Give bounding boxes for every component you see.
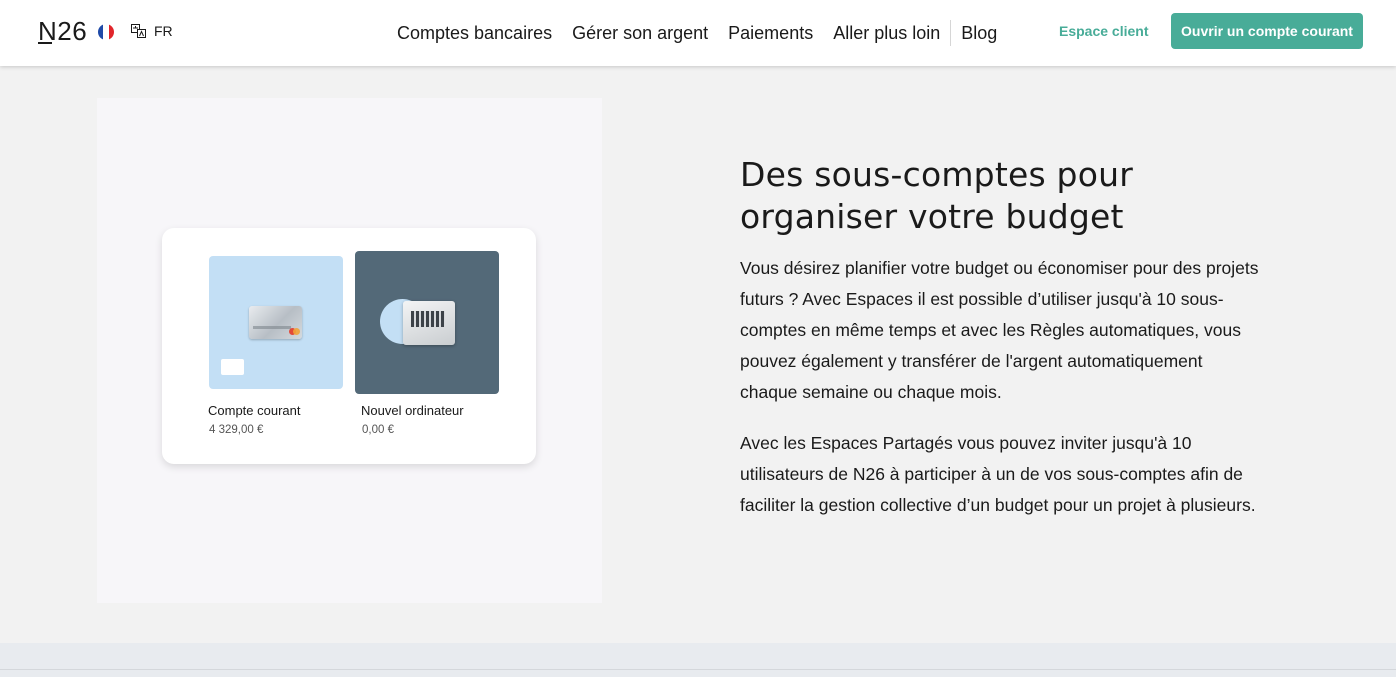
open-account-button[interactable]: Ouvrir un compte courant	[1171, 13, 1363, 49]
site-header: N26 FR Comptes bancaires Gérer son argen…	[0, 0, 1396, 66]
section-divider	[0, 669, 1396, 670]
espace-client-link[interactable]: Espace client	[1059, 23, 1149, 39]
translate-icon[interactable]	[131, 24, 146, 38]
nav-gerer-son-argent[interactable]: Gérer son argent	[572, 22, 708, 44]
savings-space-tile	[355, 251, 499, 394]
section-heading: Des sous-comptes pour organiser votre bu…	[740, 155, 1133, 236]
nav-paiements[interactable]: Paiements	[728, 22, 813, 44]
nav-blog[interactable]: Blog	[961, 22, 997, 44]
section-paragraph-2: Avec les Espaces Partagés vous pouvez in…	[740, 433, 1256, 515]
france-flag-icon[interactable]	[98, 24, 114, 40]
space-name: Nouvel ordinateur	[361, 403, 464, 418]
language-selector[interactable]: FR	[154, 23, 173, 39]
account-name: Compte courant	[208, 403, 301, 418]
logo-underline	[38, 42, 52, 44]
main-nav: Comptes bancaires Gérer son argent Paiem…	[397, 20, 1017, 46]
nav-divider	[950, 20, 952, 46]
laptop-icon	[403, 301, 455, 345]
spaces-illustration: Compte courant 4 329,00 € Nouvel ordinat…	[97, 98, 602, 603]
space-balance: 0,00 €	[362, 424, 394, 436]
main-account-tile	[209, 256, 343, 389]
spaces-card: Compte courant 4 329,00 € Nouvel ordinat…	[162, 228, 536, 464]
next-section-band	[0, 643, 1396, 677]
bank-card-icon	[249, 306, 302, 339]
account-balance: 4 329,00 €	[209, 424, 264, 436]
nav-aller-plus-loin[interactable]: Aller plus loin	[833, 22, 940, 44]
nav-comptes-bancaires[interactable]: Comptes bancaires	[397, 22, 552, 44]
mini-card-icon	[221, 359, 244, 375]
section-paragraph-1: Vous désirez planifier votre budget ou é…	[740, 258, 1259, 402]
